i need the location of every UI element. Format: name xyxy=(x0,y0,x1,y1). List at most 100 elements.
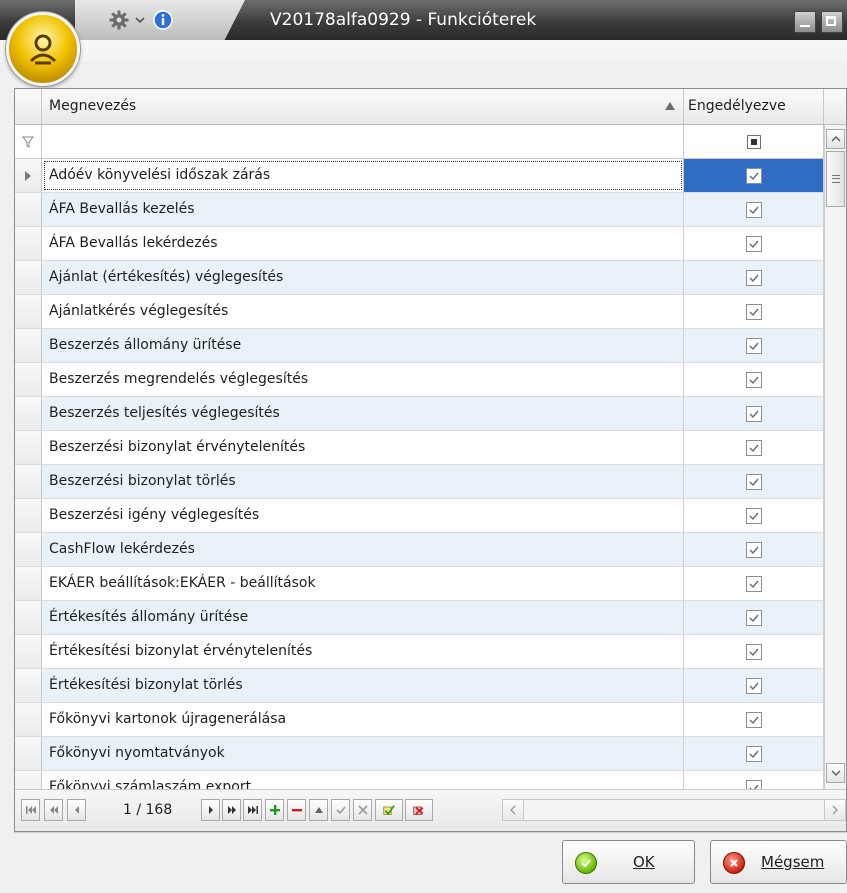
row-allowed-cell[interactable] xyxy=(684,601,824,634)
row-name-cell[interactable]: Ajánlat (értékesítés) véglegesítés xyxy=(42,261,684,294)
row-indicator[interactable] xyxy=(15,601,42,634)
row-name-cell[interactable]: Ajánlatkérés véglegesítés xyxy=(42,295,684,328)
row-indicator[interactable] xyxy=(15,397,42,430)
last-page-button[interactable] xyxy=(243,799,262,821)
allowed-checkbox[interactable] xyxy=(745,201,762,218)
scroll-down-button[interactable] xyxy=(826,763,845,783)
row-name-cell[interactable]: ÁFA Bevallás kezelés xyxy=(42,193,684,226)
row-allowed-cell[interactable] xyxy=(684,499,824,532)
table-row[interactable]: Ajánlatkérés véglegesítés xyxy=(15,295,824,329)
row-allowed-cell[interactable] xyxy=(684,329,824,362)
row-allowed-cell[interactable] xyxy=(684,261,824,294)
table-row[interactable]: ÁFA Bevallás lekérdezés xyxy=(15,227,824,261)
row-indicator[interactable] xyxy=(15,669,42,702)
column-header-name[interactable]: Megnevezés xyxy=(42,89,684,124)
row-indicator[interactable] xyxy=(15,159,42,192)
allowed-checkbox[interactable] xyxy=(745,643,762,660)
table-row[interactable]: Értékesítési bizonylat törlés xyxy=(15,669,824,703)
chevron-down-icon[interactable] xyxy=(133,9,147,31)
row-name-cell[interactable]: ÁFA Bevallás lekérdezés xyxy=(42,227,684,260)
row-indicator[interactable] xyxy=(15,193,42,226)
row-allowed-cell[interactable] xyxy=(684,193,824,226)
app-orb-icon[interactable] xyxy=(6,12,80,86)
gear-icon[interactable] xyxy=(108,9,130,31)
row-indicator[interactable] xyxy=(15,227,42,260)
row-indicator[interactable] xyxy=(15,771,42,789)
allowed-checkbox[interactable] xyxy=(745,609,762,626)
allowed-checkbox[interactable] xyxy=(745,303,762,320)
column-header-allowed[interactable]: Engedélyezve xyxy=(684,89,824,124)
info-icon[interactable] xyxy=(152,9,174,31)
table-row[interactable]: Beszerzési bizonylat érvénytelenítés xyxy=(15,431,824,465)
allowed-filter-checkbox[interactable] xyxy=(746,134,761,149)
table-row[interactable]: Főkönyvi nyomtatványok xyxy=(15,737,824,771)
row-indicator[interactable] xyxy=(15,499,42,532)
row-indicator[interactable] xyxy=(15,363,42,396)
deselect-all-button[interactable] xyxy=(405,799,433,821)
row-name-cell[interactable]: CashFlow lekérdezés xyxy=(42,533,684,566)
row-indicator[interactable] xyxy=(15,465,42,498)
table-row[interactable]: ÁFA Bevallás kezelés xyxy=(15,193,824,227)
row-indicator[interactable] xyxy=(15,261,42,294)
row-allowed-cell[interactable] xyxy=(684,567,824,600)
allowed-filter-cell[interactable] xyxy=(684,125,824,158)
allowed-checkbox[interactable] xyxy=(745,745,762,762)
row-indicator[interactable] xyxy=(15,533,42,566)
table-row[interactable]: Értékesítés állomány ürítése xyxy=(15,601,824,635)
row-name-cell[interactable]: Beszerzés állomány ürítése xyxy=(42,329,684,362)
row-name-cell[interactable]: Beszerzési bizonylat érvénytelenítés xyxy=(42,431,684,464)
edit-record-button[interactable] xyxy=(309,799,328,821)
allowed-checkbox[interactable] xyxy=(745,473,762,490)
name-filter-input[interactable] xyxy=(42,125,684,158)
select-all-button[interactable] xyxy=(375,799,403,821)
table-row[interactable]: Adóév könyvelési időszak zárás xyxy=(15,159,824,193)
row-name-cell[interactable]: Főkönyvi kartonok újragenerálása xyxy=(42,703,684,736)
table-row[interactable]: EKÁER beállítások:EKÁER - beállítások xyxy=(15,567,824,601)
previous-page-button[interactable] xyxy=(44,799,63,821)
allowed-checkbox[interactable] xyxy=(745,507,762,524)
horizontal-scrollbar[interactable] xyxy=(502,799,846,821)
allowed-checkbox[interactable] xyxy=(745,269,762,286)
allowed-checkbox[interactable] xyxy=(745,405,762,422)
table-row[interactable]: Beszerzés állomány ürítése xyxy=(15,329,824,363)
row-indicator[interactable] xyxy=(15,635,42,668)
row-indicator[interactable] xyxy=(15,295,42,328)
row-allowed-cell[interactable] xyxy=(684,397,824,430)
allowed-checkbox[interactable] xyxy=(745,541,762,558)
row-allowed-cell[interactable] xyxy=(684,771,824,789)
row-name-cell[interactable]: Beszerzés megrendelés véglegesítés xyxy=(42,363,684,396)
allowed-checkbox[interactable] xyxy=(745,167,762,184)
first-page-button[interactable] xyxy=(21,799,40,821)
scroll-up-button[interactable] xyxy=(826,129,845,149)
table-row[interactable]: Beszerzés teljesítés véglegesítés xyxy=(15,397,824,431)
row-allowed-cell[interactable] xyxy=(684,737,824,770)
row-name-cell[interactable]: Beszerzési igény véglegesítés xyxy=(42,499,684,532)
row-indicator[interactable] xyxy=(15,737,42,770)
delete-record-button[interactable] xyxy=(287,799,306,821)
row-allowed-cell[interactable] xyxy=(684,703,824,736)
row-name-cell[interactable]: Értékesítési bizonylat törlés xyxy=(42,669,684,702)
cancel-edit-button[interactable] xyxy=(353,799,372,821)
row-name-cell[interactable]: Adóév könyvelési időszak zárás xyxy=(42,159,684,192)
table-row[interactable]: Beszerzési igény véglegesítés xyxy=(15,499,824,533)
row-allowed-cell[interactable] xyxy=(684,431,824,464)
next-page-button[interactable] xyxy=(222,799,241,821)
add-record-button[interactable] xyxy=(265,799,284,821)
table-row[interactable]: Ajánlat (értékesítés) véglegesítés xyxy=(15,261,824,295)
maximize-button[interactable] xyxy=(821,11,843,33)
row-name-cell[interactable]: Beszerzési bizonylat törlés xyxy=(42,465,684,498)
row-indicator[interactable] xyxy=(15,703,42,736)
table-row[interactable]: Beszerzési bizonylat törlés xyxy=(15,465,824,499)
row-allowed-cell[interactable] xyxy=(684,465,824,498)
row-allowed-cell[interactable] xyxy=(684,363,824,396)
row-indicator[interactable] xyxy=(15,431,42,464)
row-name-cell[interactable]: Értékesítés állomány ürítése xyxy=(42,601,684,634)
allowed-checkbox[interactable] xyxy=(745,439,762,456)
row-name-cell[interactable]: Értékesítési bizonylat érvénytelenítés xyxy=(42,635,684,668)
allowed-checkbox[interactable] xyxy=(745,337,762,354)
row-allowed-cell[interactable] xyxy=(684,227,824,260)
row-allowed-cell[interactable] xyxy=(684,159,824,192)
allowed-checkbox[interactable] xyxy=(745,779,762,789)
table-row[interactable]: Beszerzés megrendelés véglegesítés xyxy=(15,363,824,397)
post-edit-button[interactable] xyxy=(331,799,350,821)
